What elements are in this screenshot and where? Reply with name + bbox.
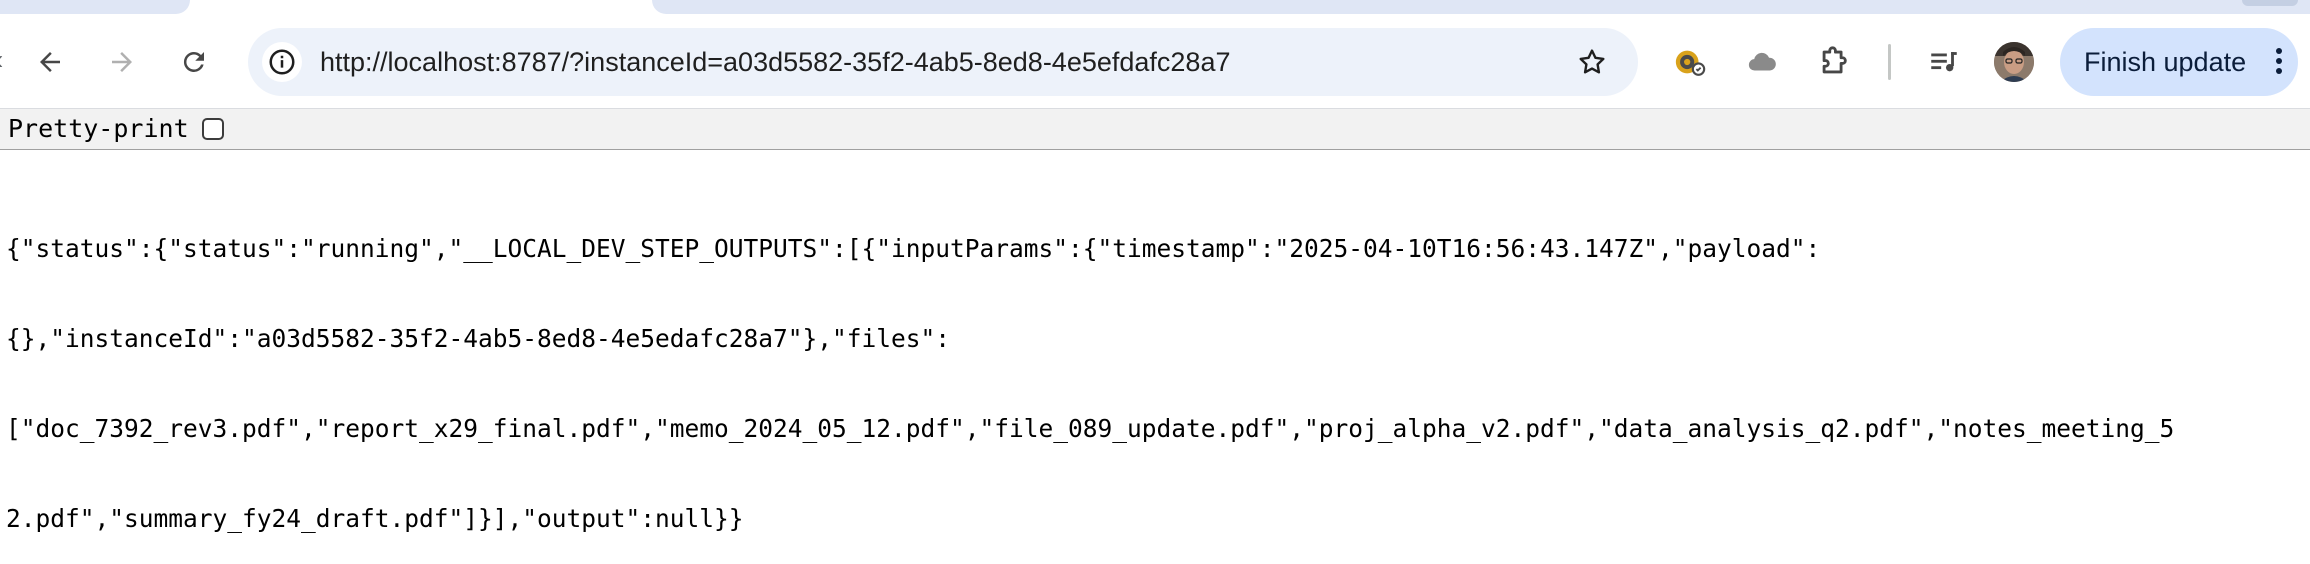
- reload-button[interactable]: [170, 38, 218, 86]
- json-response-body: {"status":{"status":"running","__LOCAL_D…: [6, 174, 2310, 564]
- json-line: ["doc_7392_rev3.pdf","report_x29_final.p…: [6, 414, 2175, 443]
- puzzle-icon: [1822, 46, 1847, 74]
- finish-update-label: Finish update: [2084, 47, 2247, 77]
- profile-avatar[interactable]: [1994, 42, 2034, 82]
- extension-cloud-button[interactable]: [1738, 38, 1786, 86]
- tab-strip-left[interactable]: [0, 0, 190, 14]
- json-viewer-toolbar: Pretty-print: [0, 108, 2310, 150]
- star-icon: [1579, 49, 1605, 74]
- bookmark-button[interactable]: [1572, 42, 1612, 82]
- playlist-icon: [1931, 52, 1957, 72]
- info-icon: [269, 49, 295, 75]
- pretty-print-checkbox[interactable]: [202, 118, 224, 140]
- json-line: {},"instanceId":"a03d5582-35f2-4ab5-8ed8…: [6, 324, 951, 353]
- back-button[interactable]: [26, 38, 74, 86]
- json-line: 2.pdf","summary_fy24_draft.pdf"]}],"outp…: [6, 504, 744, 533]
- tab-strip-right[interactable]: [652, 0, 2310, 14]
- toolbar-divider: [1888, 44, 1891, 80]
- browser-toolbar: ‹ http://localhost:8787/?instanceId=a03d…: [0, 0, 2310, 108]
- json-line: {"status":{"status":"running","__LOCAL_D…: [6, 234, 1821, 263]
- extension-key-button[interactable]: [1666, 38, 1714, 86]
- url-text[interactable]: http://localhost:8787/?instanceId=a03d55…: [320, 28, 1230, 96]
- extensions-button[interactable]: [1810, 38, 1858, 86]
- avatar-icon: [1994, 42, 2034, 82]
- kebab-menu-icon[interactable]: [2274, 48, 2284, 76]
- finish-update-button[interactable]: Finish update: [2060, 28, 2298, 96]
- arrow-left-icon: [40, 52, 60, 72]
- address-bar[interactable]: http://localhost:8787/?instanceId=a03d55…: [248, 28, 1638, 96]
- reload-icon: [183, 51, 204, 72]
- arrow-right-icon: [112, 52, 132, 72]
- media-controls-button[interactable]: [1920, 38, 1968, 86]
- key-extension-icon: [1675, 50, 1706, 76]
- site-info-button[interactable]: [262, 42, 302, 82]
- cloud-icon: [1748, 52, 1776, 71]
- side-panel-chevron-icon[interactable]: ‹: [0, 46, 8, 74]
- forward-button[interactable]: [98, 38, 146, 86]
- pretty-print-label: Pretty-print: [8, 114, 189, 143]
